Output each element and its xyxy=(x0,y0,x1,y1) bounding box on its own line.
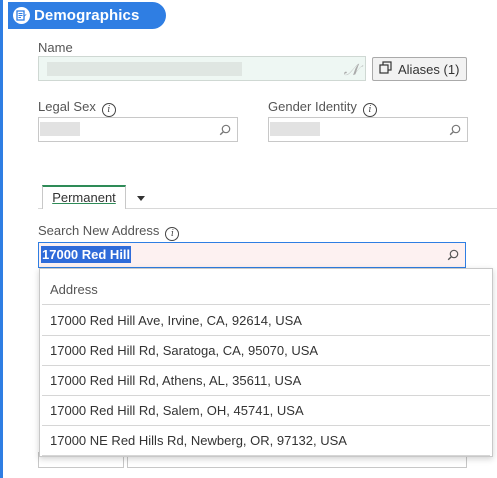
search-icon[interactable] xyxy=(447,249,459,261)
gender-identity-label-text: Gender Identity xyxy=(268,99,357,114)
gender-identity-field[interactable] xyxy=(268,117,468,142)
search-address-label: Search New Address i xyxy=(38,223,180,241)
left-accent-bar xyxy=(0,0,3,478)
legal-sex-label-text: Legal Sex xyxy=(38,99,96,114)
info-icon[interactable]: i xyxy=(362,103,377,117)
address-search-value[interactable]: 17000 Red Hill xyxy=(41,246,132,263)
name-field[interactable]: 𝒩 xyxy=(38,56,366,81)
list-item[interactable]: 17000 NE Red Hills Rd, Newberg, OR, 9713… xyxy=(42,426,490,456)
address-search-input[interactable]: 17000 Red Hill xyxy=(38,242,466,268)
search-icon[interactable] xyxy=(449,124,461,136)
name-label: Name xyxy=(38,40,73,55)
list-item[interactable]: 17000 Red Hill Rd, Salem, OH, 45741, USA xyxy=(42,396,490,426)
search-address-label-text: Search New Address xyxy=(38,223,160,238)
chevron-down-icon[interactable] xyxy=(137,196,145,201)
section-header: Demographics xyxy=(8,2,166,29)
signature-icon: 𝒩 xyxy=(343,60,359,79)
form-icon xyxy=(13,7,30,24)
redacted-gender-identity xyxy=(270,122,320,136)
copy-icon xyxy=(379,61,392,77)
info-icon[interactable]: i xyxy=(165,227,180,241)
tab-permanent[interactable]: Permanent xyxy=(42,185,126,209)
legal-sex-field[interactable] xyxy=(38,117,238,142)
search-icon[interactable] xyxy=(219,124,231,136)
redacted-name xyxy=(47,62,242,76)
address-suggestions-dropdown: Address 17000 Red Hill Ave, Irvine, CA, … xyxy=(39,268,493,457)
aliases-button[interactable]: Aliases (1) xyxy=(372,57,467,81)
list-item[interactable]: 17000 Red Hill Rd, Saratoga, CA, 95070, … xyxy=(42,336,490,366)
tab-permanent-label: Permanent xyxy=(52,190,116,205)
info-icon[interactable]: i xyxy=(101,103,116,117)
legal-sex-label: Legal Sex i xyxy=(38,99,116,117)
section-title: Demographics xyxy=(34,7,140,24)
dropdown-header: Address xyxy=(42,275,490,305)
redacted-legal-sex xyxy=(40,122,80,136)
list-item[interactable]: 17000 Red Hill Ave, Irvine, CA, 92614, U… xyxy=(42,306,490,336)
list-item[interactable]: 17000 Red Hill Rd, Athens, AL, 35611, US… xyxy=(42,366,490,396)
aliases-button-label: Aliases (1) xyxy=(398,61,460,77)
gender-identity-label: Gender Identity i xyxy=(268,99,377,117)
